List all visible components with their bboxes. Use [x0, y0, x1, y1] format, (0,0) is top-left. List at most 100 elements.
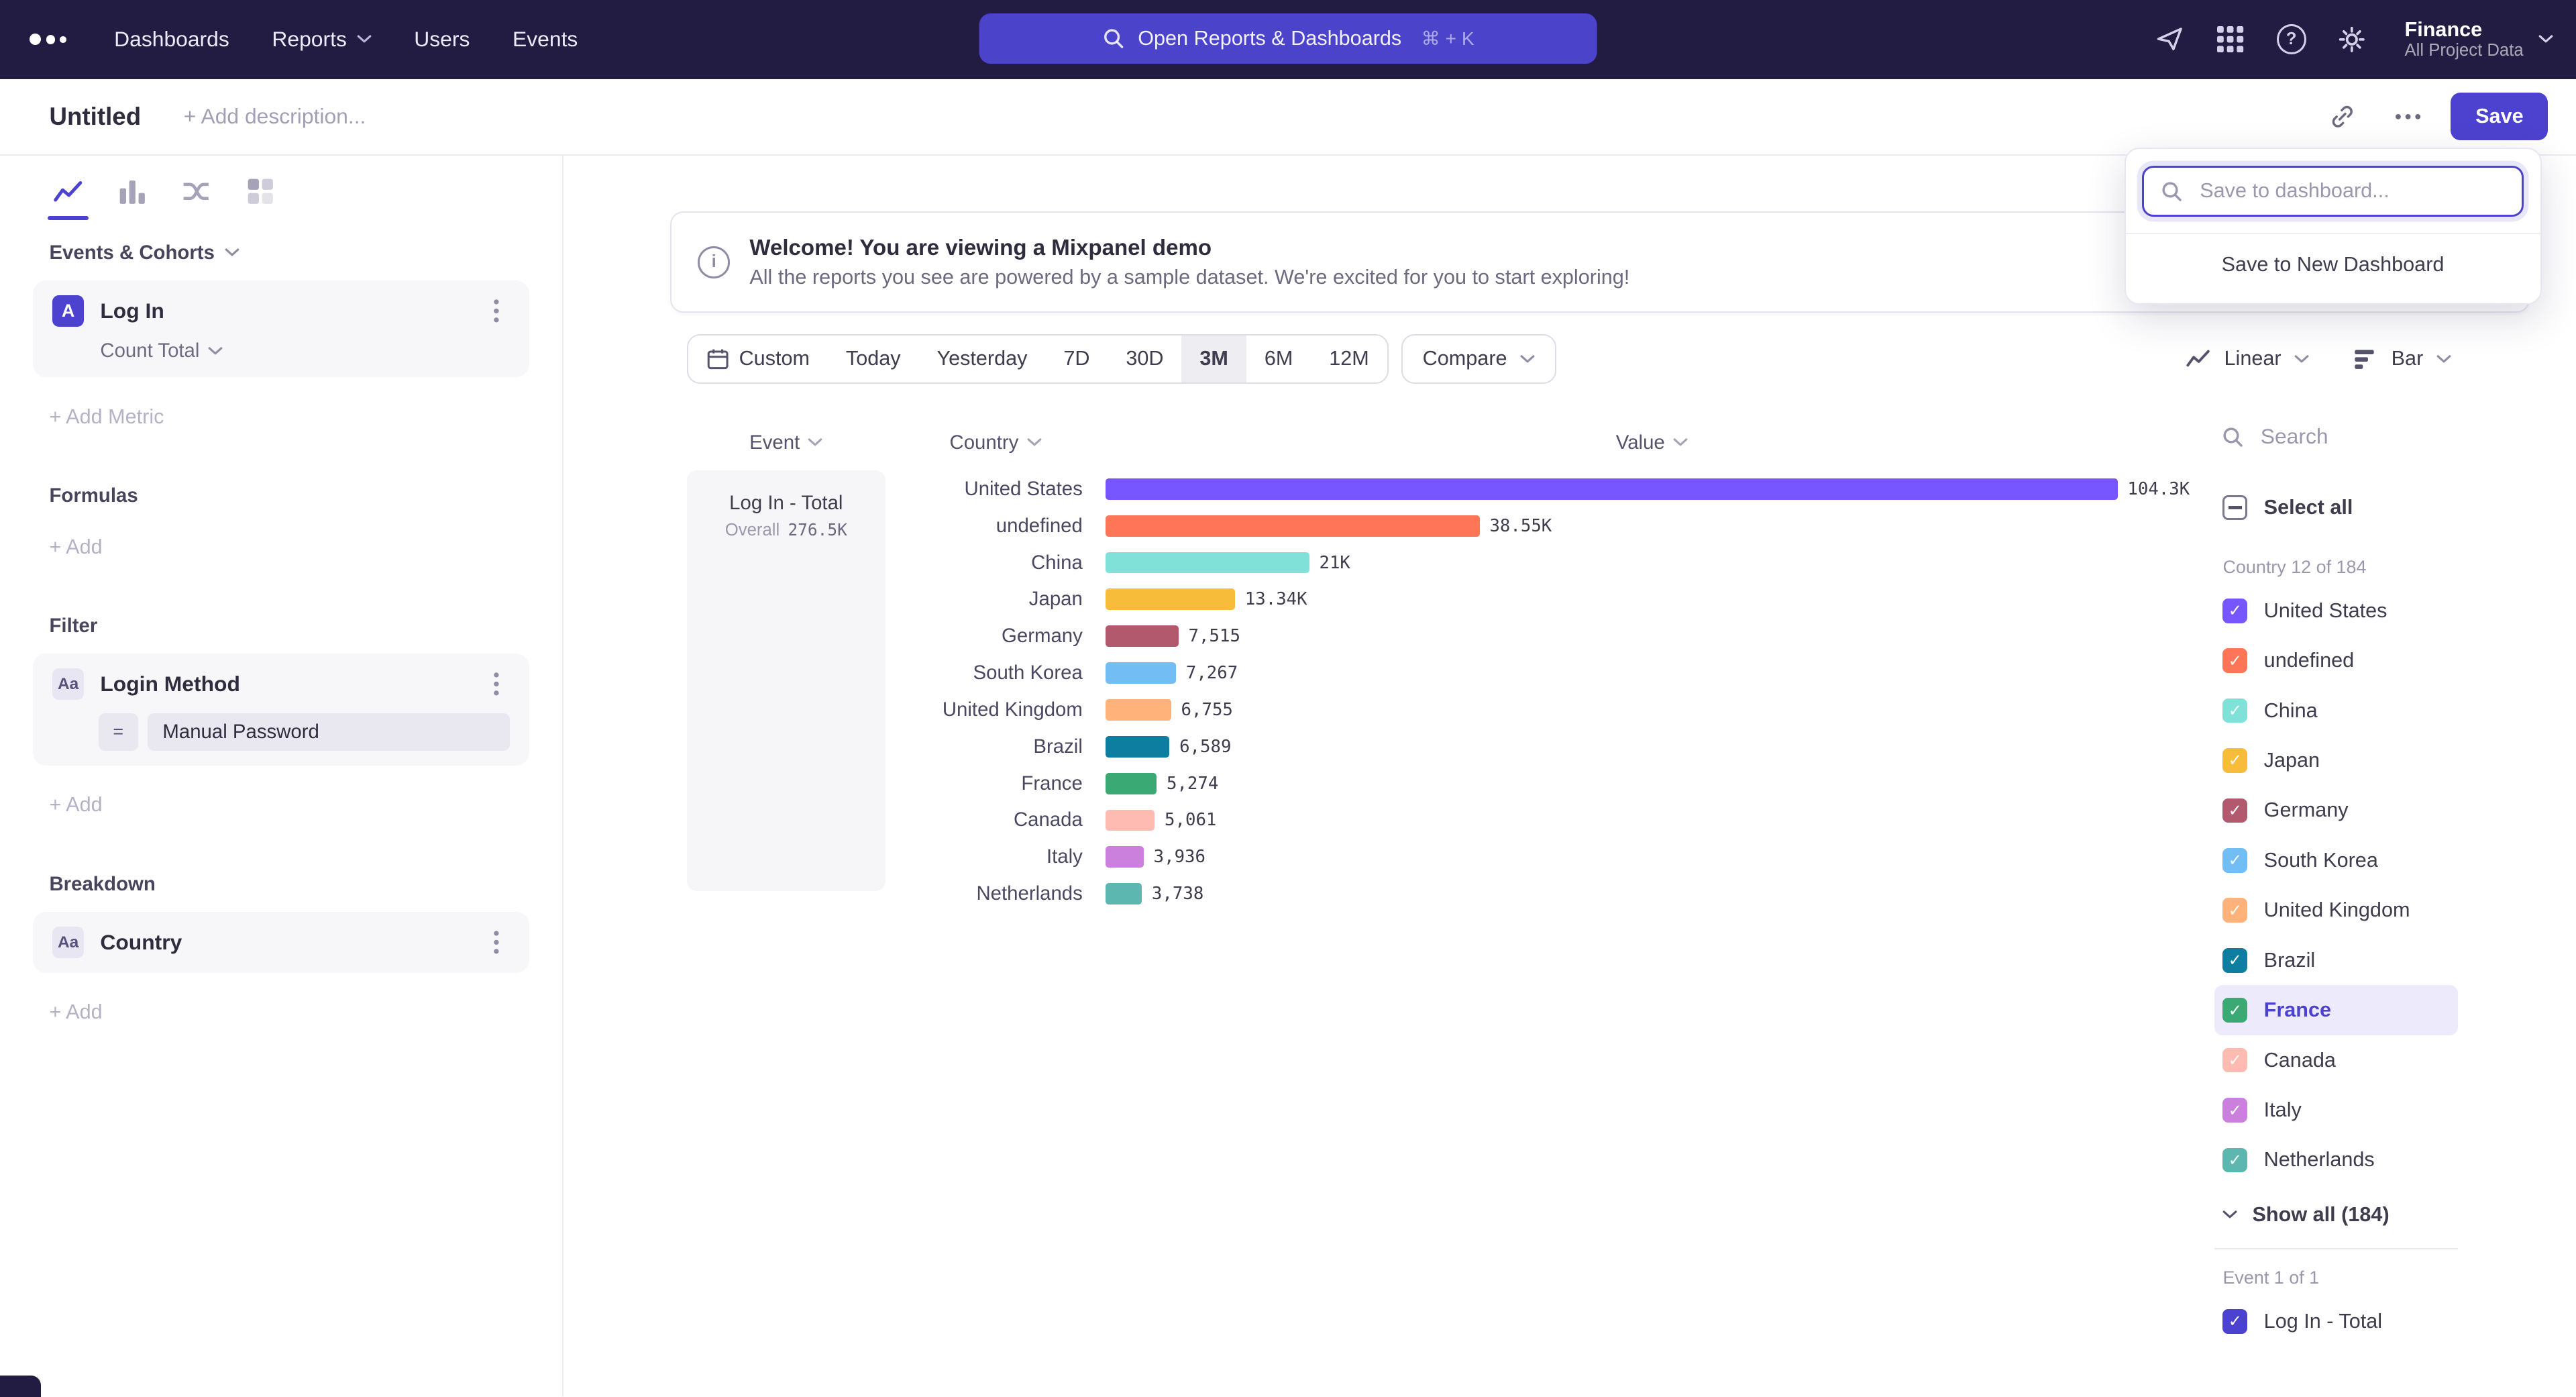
chart-row-germany[interactable]: Germany7,515 [885, 618, 2198, 655]
report-title[interactable]: Untitled [49, 103, 141, 131]
help-icon[interactable]: ? [2277, 25, 2306, 54]
checkbox-checked[interactable]: ✓ [2222, 848, 2247, 873]
date-range-30d[interactable]: 30D [1108, 335, 1181, 382]
legend-item-canada[interactable]: ✓Canada [2214, 1035, 2457, 1085]
compare-button[interactable]: Compare [1401, 334, 1556, 383]
date-range-7d[interactable]: 7D [1045, 335, 1108, 382]
copy-link-icon[interactable] [2320, 94, 2366, 140]
value-bar[interactable] [1106, 736, 1169, 758]
date-range-3m[interactable]: 3M [1181, 335, 1246, 382]
legend-item-japan[interactable]: ✓Japan [2214, 735, 2457, 785]
scale-selector[interactable]: Linear [2185, 346, 2309, 372]
checkbox-checked[interactable]: ✓ [2222, 1048, 2247, 1073]
add-breakdown-button[interactable]: + Add [0, 1000, 562, 1024]
checkbox-checked[interactable]: ✓ [2222, 948, 2247, 973]
tab-flows[interactable] [179, 174, 213, 208]
value-bar[interactable] [1106, 846, 1144, 868]
chart-row-south-korea[interactable]: South Korea7,267 [885, 655, 2198, 692]
legend-search-input[interactable] [2257, 423, 2434, 451]
tab-funnels[interactable] [115, 174, 149, 208]
legend-item-brazil[interactable]: ✓Brazil [2214, 935, 2457, 985]
kebab-menu-icon[interactable] [483, 299, 509, 323]
legend-item-united-kingdom[interactable]: ✓United Kingdom [2214, 886, 2457, 935]
chart-row-france[interactable]: France5,274 [885, 765, 2198, 802]
checkbox-checked[interactable]: ✓ [2222, 898, 2247, 923]
more-options-icon[interactable] [2385, 94, 2431, 140]
checkbox-indeterminate[interactable] [2222, 495, 2247, 520]
chart-row-italy[interactable]: Italy3,936 [885, 839, 2198, 876]
filter-card-login-method[interactable]: Aa Login Method = Manual Password [33, 654, 529, 765]
nav-item-users[interactable]: Users [392, 0, 491, 79]
filter-operator[interactable]: = [99, 713, 138, 751]
value-bar[interactable] [1106, 515, 1480, 537]
legend-item-netherlands[interactable]: ✓Netherlands [2214, 1135, 2457, 1185]
nav-item-dashboards[interactable]: Dashboards [93, 0, 250, 79]
checkbox-checked[interactable]: ✓ [2222, 998, 2247, 1023]
column-header-country[interactable]: Country [885, 431, 1106, 454]
checkbox-checked[interactable]: ✓ [2222, 599, 2247, 623]
add-description-field[interactable]: + Add description... [184, 104, 366, 129]
legend-item-united-states[interactable]: ✓United States [2214, 586, 2457, 635]
filter-property-name[interactable]: Login Method [100, 672, 240, 696]
filter-value-input[interactable]: Manual Password [148, 713, 509, 751]
save-dashboard-search[interactable] [2142, 166, 2524, 217]
value-bar[interactable] [1106, 478, 2118, 500]
mixpanel-logo[interactable] [30, 34, 66, 45]
metric-card-log-in[interactable]: A Log In Count Total [33, 280, 529, 377]
legend-item-italy[interactable]: ✓Italy [2214, 1085, 2457, 1135]
add-filter-button[interactable]: + Add [0, 793, 562, 817]
breakdown-card-country[interactable]: Aa Country [33, 912, 529, 973]
tab-insights[interactable] [51, 174, 85, 208]
legend-item-undefined[interactable]: ✓undefined [2214, 635, 2457, 685]
nav-item-reports[interactable]: Reports [251, 0, 393, 79]
events-cohorts-heading[interactable]: Events & Cohorts [0, 242, 562, 264]
checkbox-checked[interactable]: ✓ [2222, 798, 2247, 823]
chart-type-selector[interactable]: Bar [2352, 346, 2451, 372]
value-bar[interactable] [1106, 552, 1309, 574]
checkbox-checked[interactable]: ✓ [2222, 1148, 2247, 1173]
save-button[interactable]: Save [2451, 93, 2548, 140]
value-bar[interactable] [1106, 662, 1176, 684]
checkbox-checked[interactable]: ✓ [2222, 1098, 2247, 1123]
checkbox-checked[interactable]: ✓ [2222, 1309, 2247, 1334]
date-range-12m[interactable]: 12M [1311, 335, 1387, 382]
value-bar[interactable] [1106, 773, 1157, 794]
legend-item-china[interactable]: ✓China [2214, 686, 2457, 735]
date-range-today[interactable]: Today [828, 335, 919, 382]
chart-row-china[interactable]: China21K [885, 544, 2198, 581]
legend-item-log-in-total[interactable]: ✓Log In - Total [2214, 1296, 2457, 1346]
chart-row-japan[interactable]: Japan13.34K [885, 581, 2198, 618]
chart-row-netherlands[interactable]: Netherlands3,738 [885, 876, 2198, 913]
legend-item-france[interactable]: ✓France [2214, 985, 2457, 1035]
save-to-new-dashboard-item[interactable]: Save to New Dashboard [2126, 234, 2540, 295]
value-bar[interactable] [1106, 588, 1235, 610]
value-bar[interactable] [1106, 625, 1179, 647]
settings-gear-icon[interactable] [2337, 25, 2367, 54]
column-header-value[interactable]: Value [1106, 431, 2198, 454]
checkbox-checked[interactable]: ✓ [2222, 698, 2247, 723]
value-bar[interactable] [1106, 699, 1171, 721]
kebab-menu-icon[interactable] [483, 930, 509, 955]
checkbox-checked[interactable]: ✓ [2222, 748, 2247, 773]
show-all-button[interactable]: Show all (184) [2214, 1203, 2457, 1227]
chart-row-united-kingdom[interactable]: United Kingdom6,755 [885, 692, 2198, 729]
bottom-left-widget[interactable] [0, 1376, 41, 1397]
value-bar[interactable] [1106, 883, 1142, 904]
add-formula-button[interactable]: + Add [0, 535, 562, 559]
chart-row-brazil[interactable]: Brazil6,589 [885, 728, 2198, 765]
apps-grid-icon[interactable] [2216, 25, 2245, 54]
legend-item-germany[interactable]: ✓Germany [2214, 786, 2457, 835]
chart-row-canada[interactable]: Canada5,061 [885, 802, 2198, 839]
date-range-6m[interactable]: 6M [1246, 335, 1311, 382]
chart-row-united-states[interactable]: United States104.3K [885, 470, 2198, 507]
date-range-yesterday[interactable]: Yesterday [919, 335, 1046, 382]
tab-retention[interactable] [243, 174, 277, 208]
value-bar[interactable] [1106, 810, 1155, 831]
global-search-bar[interactable]: Open Reports & Dashboards ⌘ + K [979, 13, 1597, 64]
column-header-event[interactable]: Event [687, 431, 885, 454]
chart-row-undefined[interactable]: undefined38.55K [885, 507, 2198, 544]
legend-item-south-korea[interactable]: ✓South Korea [2214, 835, 2457, 885]
event-series-cell[interactable]: Log In - Total Overall276.5K [687, 470, 885, 891]
select-all-row[interactable]: Select all [2214, 483, 2457, 532]
checkbox-checked[interactable]: ✓ [2222, 648, 2247, 673]
